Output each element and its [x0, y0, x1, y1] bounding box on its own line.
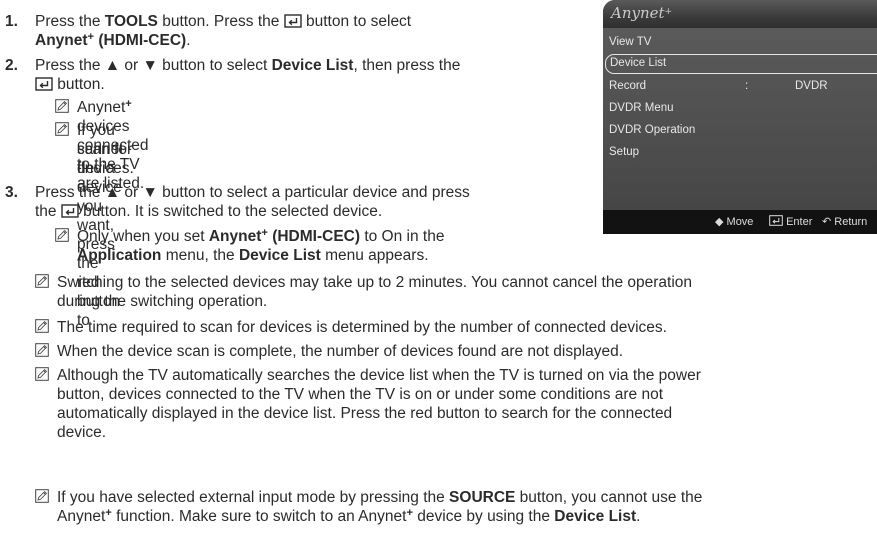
text: If you have selected external input mode…: [57, 489, 450, 506]
step-text-line: Press the ▲ or ▼ button to select Device…: [35, 56, 460, 75]
osd-footer: ◆ Move Enter ↶ Return: [603, 210, 877, 234]
note-pencil-icon: [35, 274, 49, 288]
menu-item-dvdr-operation[interactable]: DVDR Operation: [603, 120, 877, 140]
menu-item-device-list[interactable]: Device List: [605, 54, 877, 74]
text: button.: [53, 76, 105, 93]
step-number: 3.: [5, 184, 18, 201]
text: .: [636, 508, 641, 525]
note-text: Switching to the selected devices may ta…: [57, 274, 693, 291]
step-text-line: button.: [35, 75, 105, 94]
hdmi-cec-label: (HDMI-CEC): [94, 32, 187, 49]
menu-item-label: DVDR Menu: [609, 102, 674, 114]
note-pencil-icon: [55, 228, 69, 242]
step-text-line: the button. It is switched to the select…: [35, 202, 382, 221]
osd-menu: View TV Device List Record : DVDR DVDR M…: [603, 28, 877, 210]
note-text: automatically displayed in the device li…: [57, 405, 673, 422]
menu-item-value: DVDR: [795, 80, 828, 92]
step-number: 2.: [5, 57, 18, 74]
text: Press the ▲ or ▼ button to select: [35, 57, 272, 74]
text: , then press the: [353, 57, 461, 74]
text: the: [35, 203, 61, 220]
step-text-line: Press the TOOLS button. Press the button…: [35, 12, 411, 31]
note-pencil-icon: [35, 319, 49, 333]
note-text: during the switching operation.: [57, 293, 268, 310]
tools-label: TOOLS: [104, 13, 158, 30]
device-list-label: Device List: [554, 508, 637, 525]
text: button. It is switched to the selected d…: [78, 203, 383, 220]
up-down-arrow-icon: ◆: [715, 216, 724, 228]
anynet-logo: Anynet+: [611, 4, 672, 23]
note-text: device.: [57, 424, 107, 441]
menu-item-label: View TV: [609, 36, 652, 48]
note-pencil-icon: [55, 99, 69, 113]
enter-icon: [61, 204, 79, 218]
anynet-label: Anynet: [35, 32, 88, 49]
brand-text: Anynet: [611, 4, 665, 22]
note-pencil-icon: [35, 489, 49, 503]
note-text: The time required to scan for devices is…: [57, 319, 667, 336]
text: button, you cannot use the: [515, 489, 703, 506]
return-hint: ↶ Return: [822, 210, 867, 234]
note-text: scan for devices.: [77, 141, 134, 177]
enter-hint: Enter: [769, 210, 812, 234]
text: Press the: [35, 13, 105, 30]
text: menu appears.: [320, 247, 429, 264]
text: button to select: [301, 13, 412, 30]
superscript: +: [125, 97, 132, 110]
note-pencil-icon: [35, 367, 49, 381]
menu-item-view-tv[interactable]: View TV: [603, 32, 877, 52]
device-list-label: Device List: [271, 57, 354, 74]
menu-item-label: Setup: [609, 146, 640, 158]
text: device by using the: [412, 508, 555, 525]
note-text: When the device scan is complete, the nu…: [57, 343, 624, 360]
menu-item-record[interactable]: Record : DVDR: [603, 76, 877, 96]
anynet-label: Anynet: [208, 228, 262, 245]
menu-item-label: Device List: [610, 57, 667, 69]
hint-label: Enter: [786, 216, 813, 228]
device-list-label: Device List: [238, 247, 321, 264]
menu-item-dvdr-menu[interactable]: DVDR Menu: [603, 98, 877, 118]
osd-header: Anynet+: [603, 0, 877, 28]
note-text: If you have selected external input mode…: [57, 488, 702, 507]
menu-item-setup[interactable]: Setup: [603, 142, 877, 162]
text: to On in the: [360, 228, 445, 245]
step-number: 1.: [5, 13, 18, 30]
note-pencil-icon: [55, 122, 69, 136]
move-hint: ◆ Move: [715, 210, 753, 234]
text: Anynet: [57, 508, 106, 525]
text: button. Press the: [157, 13, 284, 30]
source-label: SOURCE: [449, 489, 516, 506]
note-text: Although the TV automatically searches t…: [57, 367, 701, 384]
separator: :: [745, 80, 749, 92]
hdmi-cec-label: (HDMI-CEC): [267, 228, 361, 245]
hint-label: Return: [834, 216, 868, 228]
enter-icon: [35, 77, 53, 91]
text: Only when you set: [77, 228, 209, 245]
anynet-osd-screen: Anynet+ View TV Device List Record : DVD…: [603, 0, 877, 234]
note-text: Only when you set Anynet+ (HDMI-CEC) to …: [77, 227, 444, 246]
enter-icon: [283, 14, 302, 28]
return-arrow-icon: ↶: [822, 216, 832, 228]
text: Anynet: [77, 99, 126, 116]
superscript: +: [664, 6, 673, 17]
hint-label: Move: [726, 216, 754, 228]
menu-item-label: DVDR Operation: [609, 124, 696, 136]
note-text: button, devices connected to the TV when…: [57, 386, 664, 403]
step-text-line: Anynet+ (HDMI-CEC).: [35, 31, 191, 50]
text: function. Make sure to switch to an Anyn…: [111, 508, 407, 525]
step-text-line: Press the ▲ or ▼ button to select a part…: [35, 184, 470, 201]
application-label: Application: [77, 247, 162, 264]
note-text: Application menu, the Device List menu a…: [77, 246, 429, 265]
text: .: [186, 32, 191, 49]
enter-icon: [769, 215, 783, 226]
note-pencil-icon: [35, 343, 49, 357]
text: menu, the: [161, 247, 239, 264]
note-text: Anynet+ function. Make sure to switch to…: [57, 507, 640, 526]
menu-item-label: Record: [609, 80, 647, 92]
